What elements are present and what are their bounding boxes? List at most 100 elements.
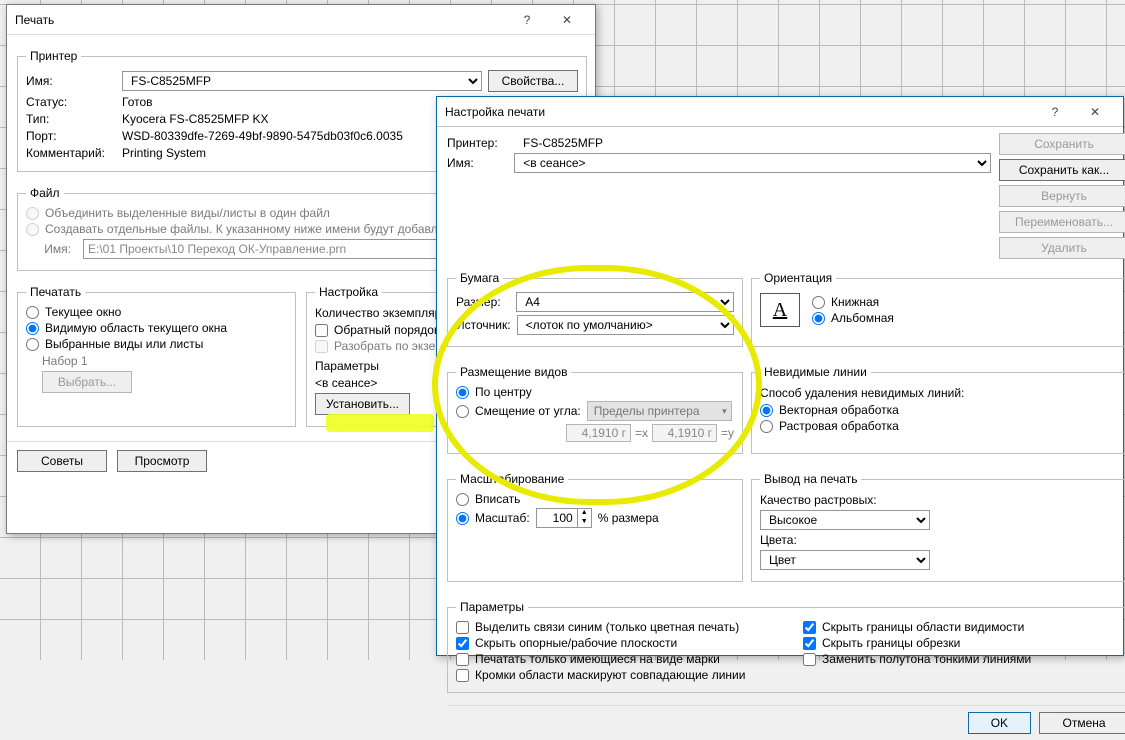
output-legend: Вывод на печать (760, 472, 861, 486)
setup-help-button[interactable]: ? (1035, 97, 1075, 127)
range-current-radio[interactable] (26, 306, 39, 319)
file-name-label: Имя: (26, 242, 71, 256)
parameters-group: Параметры Выделить связи синим (только ц… (447, 600, 1125, 693)
center-label: По центру (475, 385, 532, 399)
hide-crop-check[interactable] (803, 637, 816, 650)
bounds-combo: Пределы принтера▾ (587, 401, 732, 421)
setup-name-label: Имя: (447, 156, 508, 170)
print-tags-check[interactable] (456, 653, 469, 666)
colors-label: Цвета: (760, 533, 797, 547)
copies-label: Количество экземпляров (315, 306, 454, 320)
center-radio[interactable] (456, 386, 469, 399)
printer-name-select[interactable]: FS-C8525MFP (122, 71, 482, 91)
range-current-label: Текущее окно (45, 305, 121, 319)
scaling-group: Масштабирование Вписать Масштаб: ▲▼ % ра… (447, 472, 743, 582)
placement-legend: Размещение видов (456, 365, 571, 379)
hide-scope-label: Скрыть границы области видимости (822, 620, 1024, 634)
offset-y-input (652, 424, 717, 442)
fit-label: Вписать (475, 492, 520, 506)
print-titlebar: Печать ? ✕ (7, 5, 595, 35)
select-views-button: Выбрать... (42, 371, 132, 393)
revert-button: Вернуть (999, 185, 1125, 207)
hide-crop-label: Скрыть границы обрезки (822, 636, 960, 650)
range-visible-radio[interactable] (26, 322, 39, 335)
port-label: Порт: (26, 129, 116, 143)
portrait-label: Книжная (831, 295, 879, 309)
tips-button[interactable]: Советы (17, 450, 107, 472)
landscape-radio[interactable] (812, 312, 825, 325)
port-value: WSD-80339dfe-7269-49bf-9890-5475db03f0c6… (122, 129, 403, 143)
rename-button: Переименовать... (999, 211, 1125, 233)
vector-radio[interactable] (760, 404, 773, 417)
setup-legend: Настройка (315, 285, 382, 299)
hidden-lines-group: Невидимые линии Способ удаления невидимы… (751, 365, 1125, 454)
setup-name-select[interactable]: <в сеансе> (514, 153, 991, 173)
portrait-radio[interactable] (812, 296, 825, 309)
setup-titlebar: Настройка печати ? ✕ (437, 97, 1123, 127)
print-setup-dialog: Настройка печати ? ✕ Принтер:FS-C8525MFP… (436, 96, 1124, 656)
setup-install-button[interactable]: Установить... (315, 393, 410, 415)
spin-down-icon: ▼ (578, 518, 591, 527)
blue-links-check[interactable] (456, 621, 469, 634)
parameters-legend: Параметры (456, 600, 528, 614)
scale-input[interactable] (537, 509, 577, 527)
colors-select[interactable]: Цвет (760, 550, 930, 570)
orientation-preview: A (760, 293, 800, 327)
reverse-label: Обратный порядок (334, 323, 439, 337)
save-button: Сохранить (999, 133, 1125, 155)
scale-spinner[interactable]: ▲▼ (536, 508, 592, 528)
size-select[interactable]: A4 (516, 292, 734, 312)
hide-ref-check[interactable] (456, 637, 469, 650)
x-suffix: =x (635, 426, 648, 440)
printer-name-label: Имя: (26, 74, 116, 88)
params-label: Параметры (315, 359, 379, 373)
orientation-legend: Ориентация (760, 271, 836, 285)
hidden-legend: Невидимые линии (760, 365, 871, 379)
range-selected-label: Выбранные виды или листы (45, 337, 203, 351)
set-label: Набор 1 (42, 354, 88, 368)
raster-label: Растровая обработка (779, 419, 899, 433)
setup-cancel-button[interactable]: Отмена (1039, 712, 1125, 734)
file-merge-label: Объединить выделенные виды/листы в один … (45, 206, 330, 220)
source-select[interactable]: <лоток по умолчанию> (517, 315, 734, 335)
delete-button: Удалить (999, 237, 1125, 259)
scale-label: Масштаб: (475, 511, 530, 525)
paper-group: Бумага Размер:A4 Источник:<лоток по умол… (447, 271, 743, 347)
type-value: Kyocera FS-C8525MFP KX (122, 112, 269, 126)
scale-radio[interactable] (456, 512, 469, 525)
setup-ok-button[interactable]: OK (968, 712, 1031, 734)
setup-printer-value: FS-C8525MFP (523, 136, 603, 150)
hide-scope-check[interactable] (803, 621, 816, 634)
raster-quality-select[interactable]: Высокое (760, 510, 930, 530)
printer-legend: Принтер (26, 49, 81, 63)
placement-group: Размещение видов По центру Смещение от у… (447, 365, 743, 454)
range-group: Печатать Текущее окно Видимую область те… (17, 285, 296, 427)
preview-button[interactable]: Просмотр (117, 450, 207, 472)
hidden-method-label: Способ удаления невидимых линий: (760, 386, 964, 400)
mask-edges-label: Кромки области маскируют совпадающие лин… (475, 668, 745, 682)
range-selected-radio[interactable] (26, 338, 39, 351)
fit-radio[interactable] (456, 493, 469, 506)
chevron-down-icon: ▾ (722, 406, 727, 417)
setup-close-button[interactable]: ✕ (1075, 97, 1115, 127)
reverse-check[interactable] (315, 324, 328, 337)
size-label: Размер: (456, 295, 510, 309)
collate-check (315, 340, 328, 353)
file-legend: Файл (26, 186, 64, 200)
landscape-label: Альбомная (831, 311, 894, 325)
offset-radio[interactable] (456, 405, 469, 418)
help-button[interactable]: ? (507, 5, 547, 35)
type-label: Тип: (26, 112, 116, 126)
thin-half-check[interactable] (803, 653, 816, 666)
mask-edges-check[interactable] (456, 669, 469, 682)
scaling-legend: Масштабирование (456, 472, 568, 486)
raster-radio[interactable] (760, 420, 773, 433)
save-as-button[interactable]: Сохранить как... (999, 159, 1125, 181)
properties-button[interactable]: Свойства... (488, 70, 578, 92)
file-separate-label: Создавать отдельные файлы. К указанному … (45, 222, 460, 236)
comment-label: Комментарий: (26, 146, 116, 160)
status-label: Статус: (26, 95, 116, 109)
status-value: Готов (122, 95, 153, 109)
close-button[interactable]: ✕ (547, 5, 587, 35)
thin-half-label: Заменить полутона тонкими линиями (822, 652, 1031, 666)
